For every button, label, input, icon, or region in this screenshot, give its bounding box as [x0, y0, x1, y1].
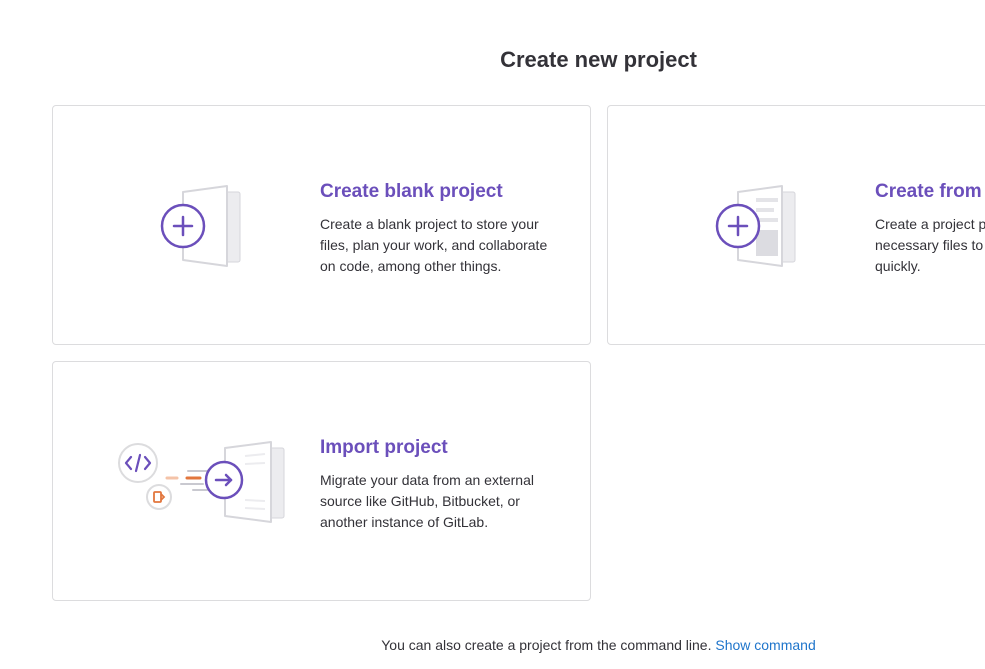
card-description: Create a project pre-populated with the …: [875, 216, 985, 274]
create-from-template-card[interactable]: Create from template Create a project pr…: [607, 105, 985, 345]
plus-document-icon: [103, 136, 303, 316]
create-blank-project-card[interactable]: Create blank project Create a blank proj…: [52, 105, 591, 345]
card-description: Migrate your data from an external sourc…: [320, 472, 534, 530]
page-title: Create new project: [500, 47, 697, 72]
card-title: Import project: [320, 437, 448, 458]
import-project-card[interactable]: Import project Migrate your data from an…: [52, 361, 591, 601]
template-document-icon: [658, 136, 858, 316]
card-title: Create blank project: [320, 181, 503, 202]
command-line-note-text: You can also create a project from the c…: [381, 637, 712, 653]
import-arrow-icon: [103, 392, 303, 572]
card-description: Create a blank project to store your fil…: [320, 216, 548, 274]
card-text: Import project Migrate your data from an…: [320, 436, 565, 533]
new-project-page: Create new project Create blank project …: [0, 0, 985, 669]
command-line-note: You can also create a project from the c…: [0, 635, 985, 655]
card-title: Create from template: [875, 181, 985, 202]
show-command-link[interactable]: Show command: [715, 637, 815, 653]
card-text: Create from template Create a project pr…: [875, 180, 985, 277]
card-text: Create blank project Create a blank proj…: [320, 180, 565, 277]
